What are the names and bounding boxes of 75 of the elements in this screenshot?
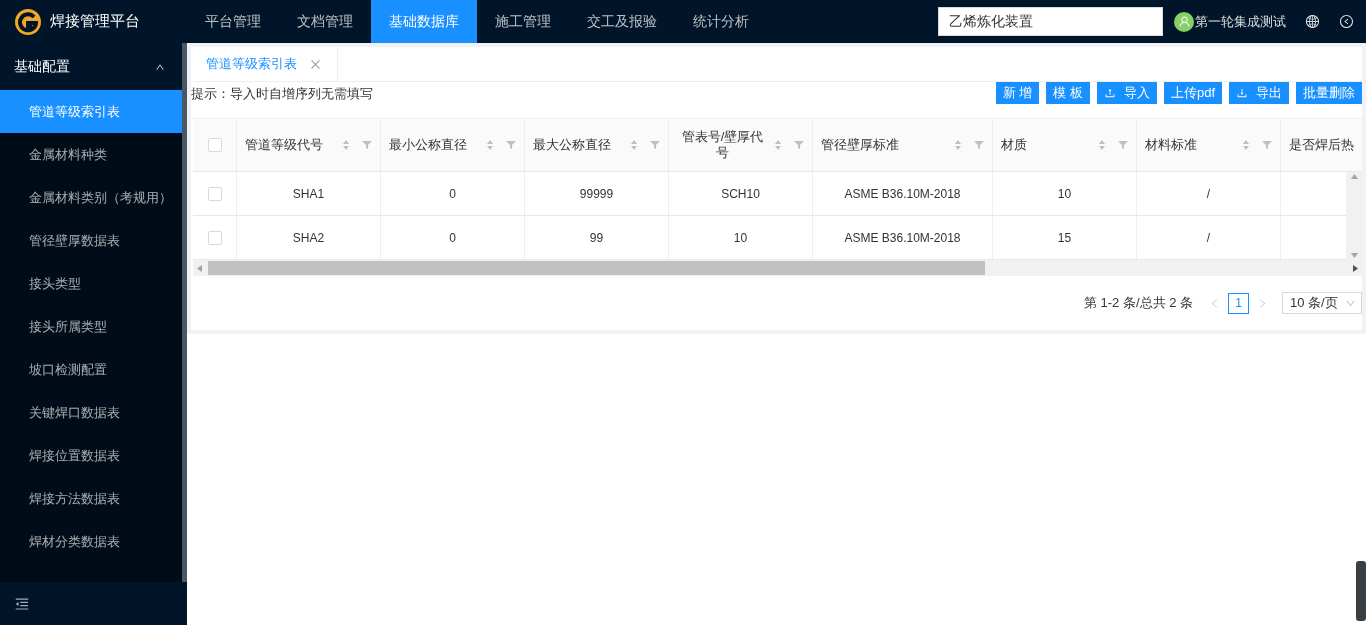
sort-icon[interactable] [342,139,350,151]
sort-icon[interactable] [774,139,782,151]
upload-icon [1103,87,1116,99]
avatar-icon[interactable] [1174,11,1194,32]
row-checkbox[interactable] [207,186,222,201]
table-cell: 0 [449,186,456,201]
sort-icon[interactable] [954,139,962,151]
table-cell: / [1206,230,1211,245]
app-title: 焊接管理平台 [50,12,140,31]
table-cell: 0 [449,230,456,245]
select-all-checkbox[interactable] [207,138,222,152]
scroll-right-icon[interactable] [1353,264,1358,272]
table-cell: SHA2 [292,230,325,245]
row-checkbox[interactable] [207,230,222,245]
sidebar-item[interactable]: 坡口检测配置 [0,348,182,391]
hint-text: 提示：导入时自增序列无需填写 [191,85,373,103]
sidebar-item[interactable]: 金属材料类别（考规用） [0,176,182,219]
column-header: 管径壁厚标准 [821,137,900,153]
filter-icon[interactable] [794,140,804,150]
sort-icon[interactable] [1098,139,1106,151]
filter-icon[interactable] [506,140,516,150]
horizontal-scrollbar[interactable] [193,260,1362,276]
filter-icon[interactable] [974,140,984,150]
sidebar-item[interactable]: 焊材分类数据表 [0,520,182,563]
pagination-summary: 第 1-2 条/总共 2 条 [1083,294,1193,312]
nav-tab[interactable]: 交工及报验 [569,0,675,43]
table-cell: 99999 [579,186,614,201]
user-name[interactable]: 第一轮集成测试 [1195,12,1286,31]
sort-icon[interactable] [486,139,494,151]
table-cell: 15 [1057,230,1072,245]
sidebar-item[interactable]: 金属材料种类 [0,133,182,176]
column-header: 管表号/壁厚代号 [680,129,765,161]
sidebar-item[interactable]: 焊接方法数据表 [0,477,182,520]
logo-icon [14,7,42,36]
sort-icon[interactable] [630,139,638,151]
column-header: 是否焊后热 [1289,137,1355,153]
table-cell: SCH10 [721,186,760,201]
filter-icon[interactable] [650,140,660,150]
sort-icon[interactable] [1242,139,1250,151]
sidebar-item[interactable]: 关键焊口数据表 [0,391,182,434]
table-cell: / [1206,186,1211,201]
filter-icon[interactable] [1118,140,1128,150]
page-size-select[interactable]: 10 条/页 [1282,292,1362,314]
vertical-scrollbar[interactable] [1346,172,1362,260]
scrollbar[interactable] [182,43,187,582]
close-icon[interactable] [309,57,322,71]
scroll-left-icon[interactable] [197,264,202,272]
nav-tab[interactable]: 施工管理 [477,0,569,43]
filter-icon[interactable] [1262,140,1272,150]
sidebar-item[interactable]: 管径壁厚数据表 [0,219,182,262]
prev-page-icon[interactable] [1209,297,1220,309]
column-header: 材质 [1001,137,1028,153]
nav-tab[interactable]: 平台管理 [187,0,279,43]
sidebar-item[interactable]: 接头类型 [0,262,182,305]
table-cell: SHA1 [292,186,325,201]
project-selector[interactable]: 乙烯炼化装置 [938,7,1163,36]
table-cell: 10 [733,230,748,245]
column-header: 最小公称直径 [389,137,468,153]
nav-tab[interactable]: 文档管理 [279,0,371,43]
page-scrollbar[interactable] [1356,561,1366,621]
table-cell: 10 [1057,186,1072,201]
sidebar-item[interactable]: 接头所属类型 [0,305,182,348]
table-cell: ASME B36.10M-2018 [844,186,961,201]
sidebar-item[interactable]: 焊接位置数据表 [0,434,182,477]
nav-tab[interactable]: 统计分析 [675,0,767,43]
scroll-down-icon[interactable] [1350,253,1358,258]
table-cell: ASME B36.10M-2018 [844,230,961,245]
column-header: 材料标准 [1145,137,1198,153]
filter-icon[interactable] [362,140,372,150]
column-header: 管道等级代号 [245,137,324,153]
column-header: 最大公称直径 [533,137,612,153]
scroll-up-icon[interactable] [1350,174,1358,179]
table-cell: 99 [589,230,604,245]
menu-group[interactable]: 基础配置 [0,43,182,90]
next-page-icon[interactable] [1257,297,1268,309]
